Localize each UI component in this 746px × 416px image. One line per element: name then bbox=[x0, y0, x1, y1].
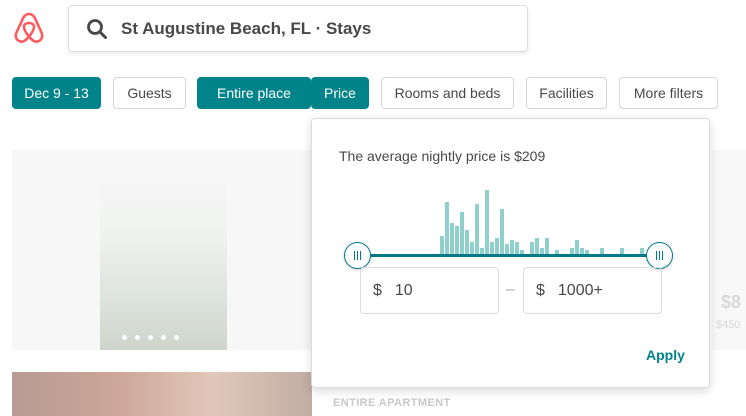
listing-photo-second bbox=[12, 372, 312, 416]
min-price-value: 10 bbox=[394, 281, 413, 299]
filter-more-button[interactable]: More filters bbox=[619, 77, 718, 109]
filter-more-label: More filters bbox=[633, 85, 704, 101]
max-price-value: 1000+ bbox=[557, 281, 603, 299]
histogram-bar bbox=[470, 242, 474, 254]
histogram-bar bbox=[455, 226, 459, 254]
photo-carousel-dots bbox=[122, 335, 179, 340]
carousel-dot bbox=[148, 335, 153, 340]
filter-rooms-beds-label: Rooms and beds bbox=[394, 85, 501, 101]
histogram-bar bbox=[450, 223, 454, 254]
average-price-text: The average nightly price is $209 bbox=[339, 148, 546, 164]
filter-guests-button[interactable]: Guests bbox=[113, 77, 186, 109]
histogram-bar bbox=[545, 238, 549, 254]
filter-entire-place-button[interactable]: Entire place bbox=[197, 77, 311, 109]
filter-facilities-button[interactable]: Facilities bbox=[526, 77, 607, 109]
price-slider-track[interactable] bbox=[357, 254, 658, 257]
max-price-input[interactable]: $ 1000+ bbox=[523, 267, 662, 314]
carousel-dot bbox=[174, 335, 179, 340]
histogram-bar bbox=[485, 190, 489, 254]
price-histogram bbox=[440, 190, 644, 254]
price-range-separator: – bbox=[506, 281, 515, 298]
filter-guests-label: Guests bbox=[127, 85, 172, 101]
currency-symbol: $ bbox=[536, 281, 545, 299]
histogram-bar bbox=[530, 242, 534, 254]
histogram-bar bbox=[475, 204, 479, 254]
filter-price-button[interactable]: Price bbox=[311, 77, 369, 109]
histogram-bar bbox=[465, 230, 469, 254]
currency-symbol: $ bbox=[373, 281, 382, 299]
filter-dates-label: Dec 9 - 13 bbox=[24, 85, 89, 101]
histogram-bar bbox=[535, 238, 539, 254]
listing-price-peek: $8 bbox=[721, 292, 742, 312]
search-icon bbox=[87, 18, 107, 39]
grip-icon bbox=[354, 251, 361, 260]
price-slider-min-handle[interactable] bbox=[344, 242, 371, 269]
filter-rooms-beds-button[interactable]: Rooms and beds bbox=[381, 77, 514, 109]
carousel-dot bbox=[161, 335, 166, 340]
histogram-bar bbox=[445, 202, 449, 254]
filter-dates-button[interactable]: Dec 9 - 13 bbox=[12, 77, 101, 109]
listing-photo bbox=[100, 150, 227, 350]
brand-logo-icon[interactable] bbox=[13, 11, 45, 45]
histogram-bar bbox=[505, 244, 509, 254]
search-bar[interactable]: St Augustine Beach, FL · Stays bbox=[68, 5, 528, 52]
listing-subprice-peek: $450 bbox=[716, 319, 741, 331]
histogram-bar bbox=[515, 242, 519, 254]
histogram-bar bbox=[440, 236, 444, 254]
search-query-text: St Augustine Beach, FL · Stays bbox=[121, 18, 372, 38]
histogram-bar bbox=[460, 212, 464, 254]
filter-price-label: Price bbox=[324, 85, 356, 101]
histogram-bar bbox=[575, 240, 579, 254]
histogram-bar bbox=[500, 209, 504, 254]
carousel-dot bbox=[135, 335, 140, 340]
app-root: St Augustine Beach, FL · Stays Dec 9 - 1… bbox=[0, 0, 746, 416]
filter-facilities-label: Facilities bbox=[539, 85, 594, 101]
price-slider-max-handle[interactable] bbox=[646, 242, 673, 269]
listing-type-label: ENTIRE APARTMENT bbox=[333, 397, 451, 409]
grip-icon bbox=[656, 251, 663, 260]
filter-entire-place-label: Entire place bbox=[217, 85, 291, 101]
price-filter-popover: The average nightly price is $209 $ 10 –… bbox=[311, 118, 710, 388]
apply-button[interactable]: Apply bbox=[646, 347, 685, 363]
min-price-input[interactable]: $ 10 bbox=[360, 267, 499, 314]
histogram-bar bbox=[495, 238, 499, 254]
carousel-dot bbox=[122, 335, 127, 340]
histogram-bar bbox=[510, 240, 514, 254]
histogram-bar bbox=[490, 242, 494, 254]
